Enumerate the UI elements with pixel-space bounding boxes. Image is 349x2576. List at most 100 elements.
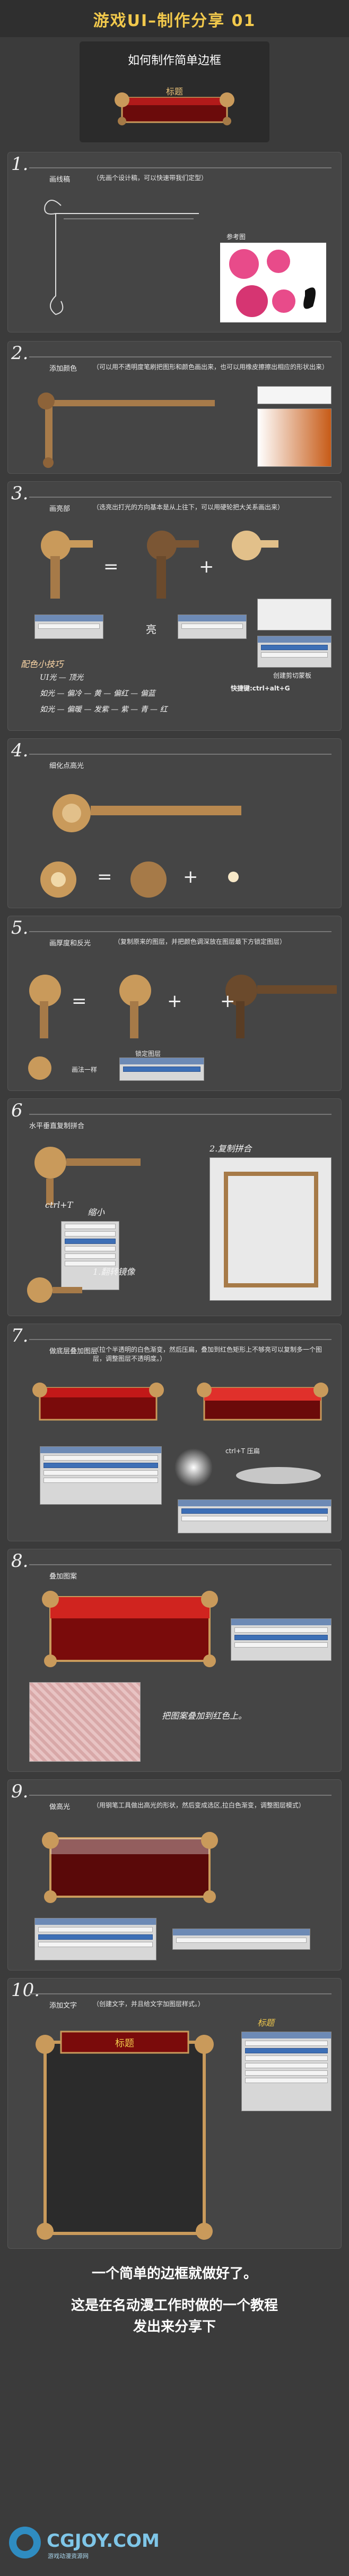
section-heading: 添加颜色 xyxy=(49,365,77,373)
ctrl-t-label: ctrl+T xyxy=(45,1200,73,1210)
section-8: 8. 叠加图案 把图案叠加到红色上。 xyxy=(7,1549,342,1772)
footer-line-3: 发出来分享下 xyxy=(133,2319,216,2335)
equals-sign: = xyxy=(72,991,87,1012)
logo-icon xyxy=(9,2527,41,2558)
section-9: 9. 做高光 （用钢笔工具做出高光的形状，然后变成选区,拉白色渐变，调整图层模式… xyxy=(7,1779,342,1971)
canvas-preview-panel[interactable] xyxy=(210,1157,331,1301)
plus-sign: + xyxy=(167,991,182,1012)
merged-frame-image xyxy=(224,1172,318,1287)
section-number: 6 xyxy=(11,1100,23,1121)
color-picker-panel[interactable] xyxy=(257,408,331,467)
section-description: （创建文字，并且给文字加图层样式。） xyxy=(93,2000,205,2008)
section-heading: 细化点高光 xyxy=(49,762,84,770)
section-divider xyxy=(29,1564,331,1565)
gradient-toolbar[interactable] xyxy=(172,1929,310,1950)
section-heading: 水平垂直复制拼合 xyxy=(29,1122,85,1130)
section-divider xyxy=(29,356,331,357)
layers-panel[interactable] xyxy=(34,1918,156,1960)
section-number: 3. xyxy=(11,483,29,504)
sample-title-text: 标题 xyxy=(257,2018,275,2028)
section-description: （可以用不透明度笔刷把图形和颜色画出来，也可以用橡皮擦擦出相应的形状出来） xyxy=(93,363,329,371)
highlight-piece-image xyxy=(232,531,278,560)
pattern-swatch xyxy=(29,1682,141,1762)
section-description: （复制原来的图层，并把颜色调深放在图层最下方锁定图层） xyxy=(114,938,286,945)
section-1: 1. 画线稿 （先画个设计稿，可以快速带我们定型） 参考图 xyxy=(7,152,342,332)
section-heading: 画线稿 xyxy=(49,176,71,184)
color-panel-right[interactable] xyxy=(178,615,247,639)
layers-panel[interactable] xyxy=(40,1446,162,1505)
detailed-piece-image xyxy=(53,794,241,832)
section-3: 3. 画亮部 （选亮出打光的方向基本是从上往下，可以用硬轮把大关系画出来） = … xyxy=(7,481,342,731)
section-number: 10. xyxy=(11,1980,40,2001)
section-description: （用钢笔工具做出高光的形状，然后变成选区,拉白色渐变，调整图层模式） xyxy=(93,1802,305,1809)
footer-line-2: 这是在名动漫工作时做的一个教程 xyxy=(71,2298,278,2314)
section-description: （拉个半透明的白色渐变，然后压扁，叠加到红色矩形上不够亮可以复制多一个图层，调整… xyxy=(93,1346,322,1362)
section-10: 10. 添加文字 （创建文字，并且给文字加图层样式。） 标题 标题 xyxy=(7,1978,342,2249)
mirrored-piece-image xyxy=(27,1277,82,1303)
white-gradient-image xyxy=(174,1448,213,1487)
section-2: 2. 添加颜色 （可以用不透明度笔刷把图形和颜色画出来，也可以用橡皮擦擦出相应的… xyxy=(7,341,342,474)
footer-line-1: 一个简单的边框就做好了。 xyxy=(91,2266,257,2282)
section-5: 5. 画厚度和反光 （复制原来的图层，并把颜色调深放在图层最下方锁定图层） = … xyxy=(7,916,342,1091)
layers-panel[interactable] xyxy=(257,636,331,668)
pattern-note: 把图案叠加到红色上。 xyxy=(162,1711,247,1721)
hero-frame-label: 标题 xyxy=(166,87,183,97)
section-divider xyxy=(29,497,331,498)
reference-pattern-image xyxy=(220,243,326,322)
detail-highlight-image xyxy=(228,872,239,882)
colored-frame-image xyxy=(38,393,215,468)
flip-mirror-label: 1.翻转镜像 xyxy=(93,1267,135,1277)
transform-label: ctrl+T 压扁 xyxy=(225,1447,260,1455)
reference-label: 参考图 xyxy=(226,233,246,241)
base-piece-image xyxy=(147,531,199,599)
page-title: 游戏UI–制作分享 01 xyxy=(93,12,256,30)
tip-line: 如光 — 偏暖 — 发紫 — 紫 — 青 — 红 xyxy=(40,705,168,714)
red-bar-frame-image xyxy=(32,1383,164,1421)
reflection-piece-image xyxy=(28,1056,51,1080)
section-number: 9. xyxy=(11,1781,29,1802)
clip-mask-label: 创建剪切蒙板 xyxy=(273,672,312,679)
section-number: 2. xyxy=(11,343,29,364)
section-divider xyxy=(29,1339,331,1340)
color-panel-left[interactable] xyxy=(34,615,103,639)
red-bar-frame-result-image xyxy=(197,1383,328,1421)
section-divider xyxy=(29,167,331,168)
section-heading: 画亮部 xyxy=(49,505,71,513)
section-divider xyxy=(29,754,331,755)
layers-panel[interactable] xyxy=(231,1618,331,1661)
section-number: 7. xyxy=(11,1325,29,1346)
title-bar: 游戏UI–制作分享 01 xyxy=(0,0,349,37)
final-frame-title: 标题 xyxy=(115,2038,134,2049)
lit-piece-image xyxy=(41,531,93,599)
section-6: 6 水平垂直复制拼合 2.复制拼合 ctrl+T 缩小 1.翻转镜像 xyxy=(7,1098,342,1316)
layer-style-panel[interactable] xyxy=(241,2032,331,2111)
tutorial-page: 游戏UI–制作分享 01 如何制作简单边框 标题 1. 画线稿 （先画个设计稿，… xyxy=(0,0,349,2576)
section-4: 4. 细化点高光 = + xyxy=(7,738,342,908)
equals-sign: = xyxy=(103,556,119,577)
section-heading: 做底层叠加图层 xyxy=(49,1347,98,1355)
logo-caption: 游戏动漫资源网 xyxy=(48,2553,89,2560)
hero-subtitle: 如何制作简单边框 xyxy=(127,54,221,67)
same-method-label: 画法一样 xyxy=(72,1066,98,1073)
site-logo[interactable]: CGJOY.COM 游戏动漫资源网 xyxy=(6,2524,160,2566)
pattern-frame-image xyxy=(42,1591,218,1667)
section-7: 7. 做底层叠加图层 （拉个半透明的白色渐变，然后压扁，叠加到红色矩形上不够亮可… xyxy=(7,1324,342,1541)
hero-frame-image: 标题 xyxy=(115,87,234,125)
brush-panel[interactable] xyxy=(257,599,331,630)
section-divider xyxy=(29,931,331,932)
lock-layer-label: 锁定图层 xyxy=(135,1050,161,1057)
layer-blend-panel[interactable] xyxy=(178,1499,331,1533)
section-description: （先画个设计稿，可以快速带我们定型） xyxy=(93,174,208,182)
final-frame-image: 标题 xyxy=(36,2031,214,2240)
section-divider xyxy=(29,1795,331,1796)
section-number: 5. xyxy=(11,917,29,939)
section-divider xyxy=(29,1114,331,1115)
tips-title: 配色小技巧 xyxy=(21,659,64,669)
equals-sign: = xyxy=(97,866,112,888)
lock-layer-panel[interactable] xyxy=(119,1057,204,1081)
plus-sign: + xyxy=(199,556,214,577)
copy-merge-label: 2.复制拼合 xyxy=(210,1144,252,1154)
line-sketch-image xyxy=(44,200,199,315)
light-label: 亮 xyxy=(146,623,156,636)
plus-sign: + xyxy=(220,991,235,1012)
